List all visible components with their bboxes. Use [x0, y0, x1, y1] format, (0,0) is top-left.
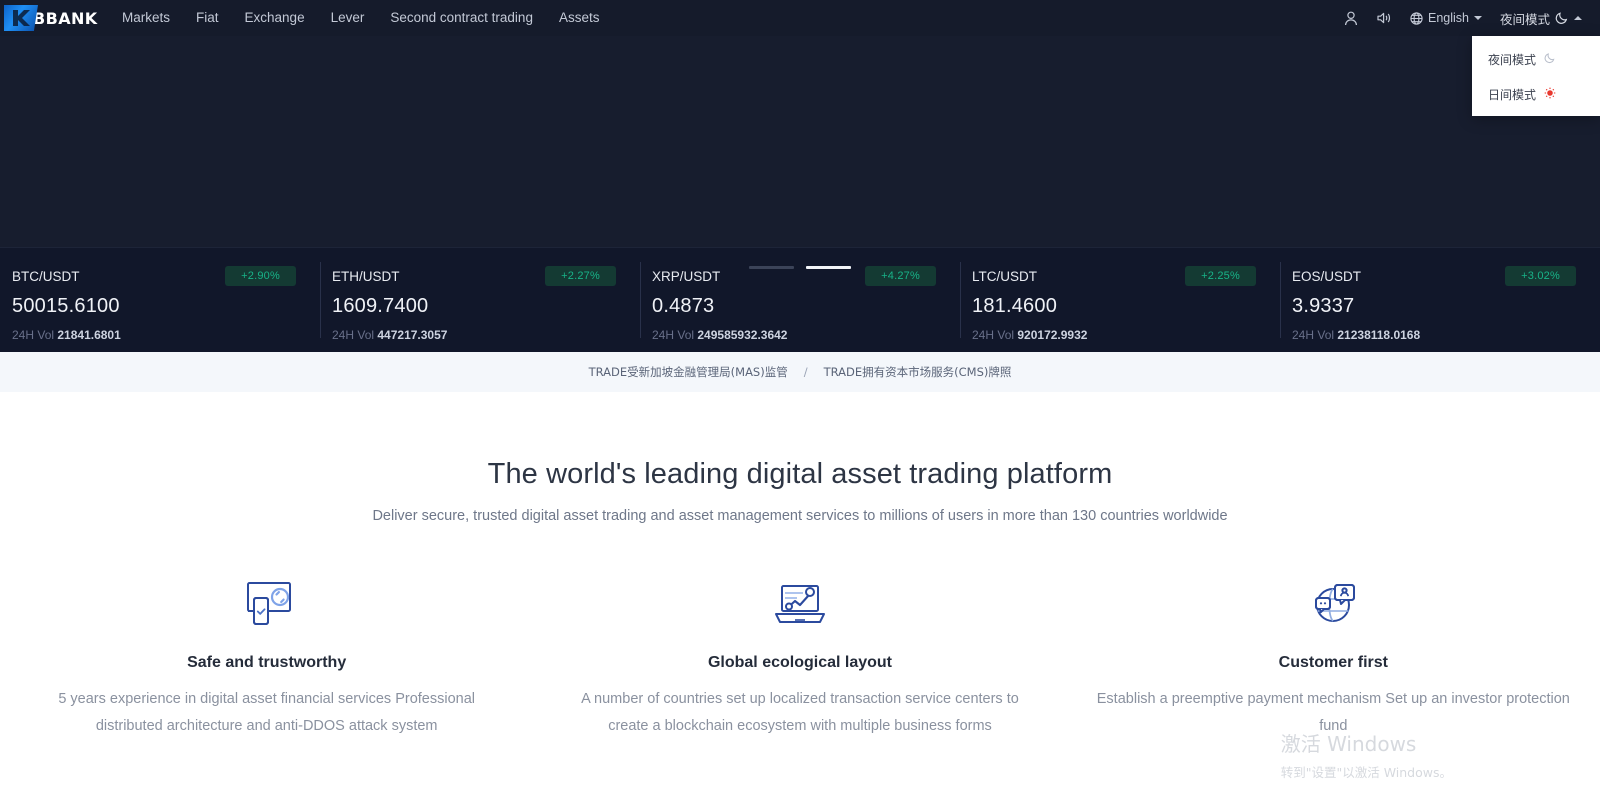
nav-item-assets[interactable]: Assets: [559, 0, 600, 36]
dropdown-night-mode-label: 夜间模式: [1488, 53, 1537, 67]
market-ticker-bar: BTC/USDT +2.90% 50015.6100 24H Vol 21841…: [0, 247, 1600, 352]
ticker-pair: ETH/USDT: [332, 268, 400, 284]
ticker-change-badge: +3.02%: [1505, 266, 1576, 286]
ticker-volume-label: 24H Vol: [332, 328, 375, 342]
speaker-icon: [1376, 11, 1392, 25]
ticker-item-ltc[interactable]: LTC/USDT +2.25% 181.4600 24H Vol 920172.…: [960, 248, 1280, 352]
language-selector[interactable]: English: [1410, 11, 1482, 25]
laptop-chart-icon: [563, 576, 1036, 632]
ticker-header: LTC/USDT +2.25%: [972, 266, 1256, 286]
ticker-volume-value: 21238118.0168: [1337, 328, 1421, 342]
page-subtitle: Deliver secure, trusted digital asset tr…: [372, 508, 1228, 524]
ticker-volume-label: 24H Vol: [12, 328, 55, 342]
ticker-price: 181.4600: [972, 295, 1058, 317]
watermark-subtitle: 转到"设置"以激活 Windows。: [1280, 765, 1452, 780]
user-icon: [1344, 11, 1358, 26]
ticker-price: 50015.6100: [12, 295, 120, 317]
feature-description: A number of countries set up localized t…: [581, 691, 1019, 734]
ticker-pair: XRP/USDT: [652, 268, 721, 284]
ticker-header: XRP/USDT +4.27%: [652, 266, 936, 286]
ticker-item-eth[interactable]: ETH/USDT +2.27% 1609.7400 24H Vol 447217…: [320, 248, 640, 352]
ticker-item-eos[interactable]: EOS/USDT +3.02% 3.9337 24H Vol 21238118.…: [1280, 248, 1600, 352]
feature-list: Safe and trustworthy 5 years experience …: [0, 576, 1600, 740]
ticker-volume-label: 24H Vol: [652, 328, 695, 342]
feature-description: 5 years experience in digital asset fina…: [58, 691, 475, 734]
moon-icon: [1544, 52, 1556, 67]
ticker-pair: BTC/USDT: [12, 268, 80, 284]
theme-mode-label: 夜间模式: [1499, 12, 1550, 27]
globe-chat-icon: [1097, 576, 1570, 632]
feature-title: Safe and trustworthy: [187, 654, 347, 671]
ticker-item-xrp[interactable]: XRP/USDT +4.27% 0.4873 24H Vol 249585932…: [640, 248, 960, 352]
sound-toggle-button[interactable]: [1376, 11, 1392, 25]
chevron-down-icon: [1473, 16, 1482, 20]
header-actions: English 夜间模式: [1344, 9, 1586, 28]
monitor-sync-phone-icon: [30, 576, 503, 632]
moon-icon: [1555, 11, 1569, 25]
logo[interactable]: BBANK: [0, 5, 100, 31]
feature-card-safe: Safe and trustworthy 5 years experience …: [0, 576, 533, 740]
language-label: English: [1427, 11, 1469, 25]
nav-item-markets[interactable]: Markets: [122, 0, 170, 36]
theme-mode-selector[interactable]: 夜间模式: [1500, 9, 1582, 28]
k-logo-icon: [4, 5, 38, 31]
ticker-volume: 24H Vol 21841.6801: [12, 328, 296, 342]
ticker-change-badge: +2.90%: [225, 266, 296, 286]
logo-text: BBANK: [33, 8, 98, 28]
ticker-volume: 24H Vol 920172.9932: [972, 328, 1256, 342]
main-content: The world's leading digital asset tradin…: [0, 392, 1600, 805]
ticker-volume: 24H Vol 21238118.0168: [1292, 328, 1576, 342]
hero-carousel[interactable]: [0, 36, 1600, 269]
ticker-price: 0.4873: [652, 295, 715, 317]
dropdown-day-mode-label: 日间模式: [1488, 88, 1537, 102]
theme-mode-dropdown: 夜间模式 日间模式: [1472, 36, 1600, 116]
ticker-pair: EOS/USDT: [1292, 268, 1362, 284]
ticker-volume-label: 24H Vol: [1292, 328, 1335, 342]
ticker-price: 3.9337: [1292, 295, 1355, 317]
ticker-header: EOS/USDT +3.02%: [1292, 266, 1576, 286]
feature-card-global: Global ecological layout A number of cou…: [533, 576, 1066, 740]
feature-title: Global ecological layout: [707, 654, 893, 671]
globe-icon: [1410, 11, 1423, 25]
ticker-item-btc[interactable]: BTC/USDT +2.90% 50015.6100 24H Vol 21841…: [0, 248, 320, 352]
ticker-volume: 24H Vol 447217.3057: [332, 328, 616, 342]
regulatory-notice-bar: TRADE受新加坡金融管理局(MAS)监管 / TRADE拥有资本市场服务(CM…: [0, 352, 1600, 392]
feature-title: Customer first: [1278, 654, 1388, 671]
top-navigation-bar: BBANK Markets Fiat Exchange Lever Second…: [0, 0, 1600, 116]
ticker-volume-value: 447217.3057: [377, 328, 448, 342]
regulatory-notice-cms: TRADE拥有资本市场服务(CMS)牌照: [823, 365, 1012, 379]
feature-card-customer: Customer first Establish a preemptive pa…: [1067, 576, 1600, 740]
nav-item-second-contract-trading[interactable]: Second contract trading: [390, 0, 533, 36]
feature-description: Establish a preemptive payment mechanism…: [1096, 691, 1570, 734]
regulatory-notice-mas: TRADE受新加坡金融管理局(MAS)监管: [588, 365, 788, 379]
chevron-up-icon: [1574, 16, 1582, 20]
dropdown-item-day-mode[interactable]: 日间模式: [1472, 77, 1600, 112]
sun-icon: [1544, 87, 1556, 102]
ticker-volume: 24H Vol 249585932.3642: [652, 328, 936, 342]
user-account-button[interactable]: [1344, 11, 1358, 26]
ticker-pair: LTC/USDT: [972, 268, 1038, 284]
ticker-header: BTC/USDT +2.90%: [12, 266, 296, 286]
ticker-change-badge: +2.27%: [545, 266, 616, 286]
nav-item-fiat[interactable]: Fiat: [196, 0, 219, 36]
nav-item-exchange[interactable]: Exchange: [245, 0, 305, 36]
dropdown-item-night-mode[interactable]: 夜间模式: [1472, 42, 1600, 77]
ticker-volume-label: 24H Vol: [972, 328, 1015, 342]
main-nav: Markets Fiat Exchange Lever Second contr…: [122, 0, 599, 36]
ticker-change-badge: +2.25%: [1185, 266, 1256, 286]
ticker-change-badge: +4.27%: [865, 266, 936, 286]
ticker-price: 1609.7400: [332, 295, 429, 317]
ticker-header: ETH/USDT +2.27%: [332, 266, 616, 286]
ticker-volume-value: 21841.6801: [57, 328, 121, 342]
ticker-volume-value: 920172.9932: [1017, 328, 1088, 342]
page-title: The world's leading digital asset tradin…: [487, 458, 1113, 490]
regulatory-notice-separator: /: [803, 365, 808, 379]
ticker-volume-value: 249585932.3642: [697, 328, 788, 342]
nav-item-lever[interactable]: Lever: [331, 0, 365, 36]
